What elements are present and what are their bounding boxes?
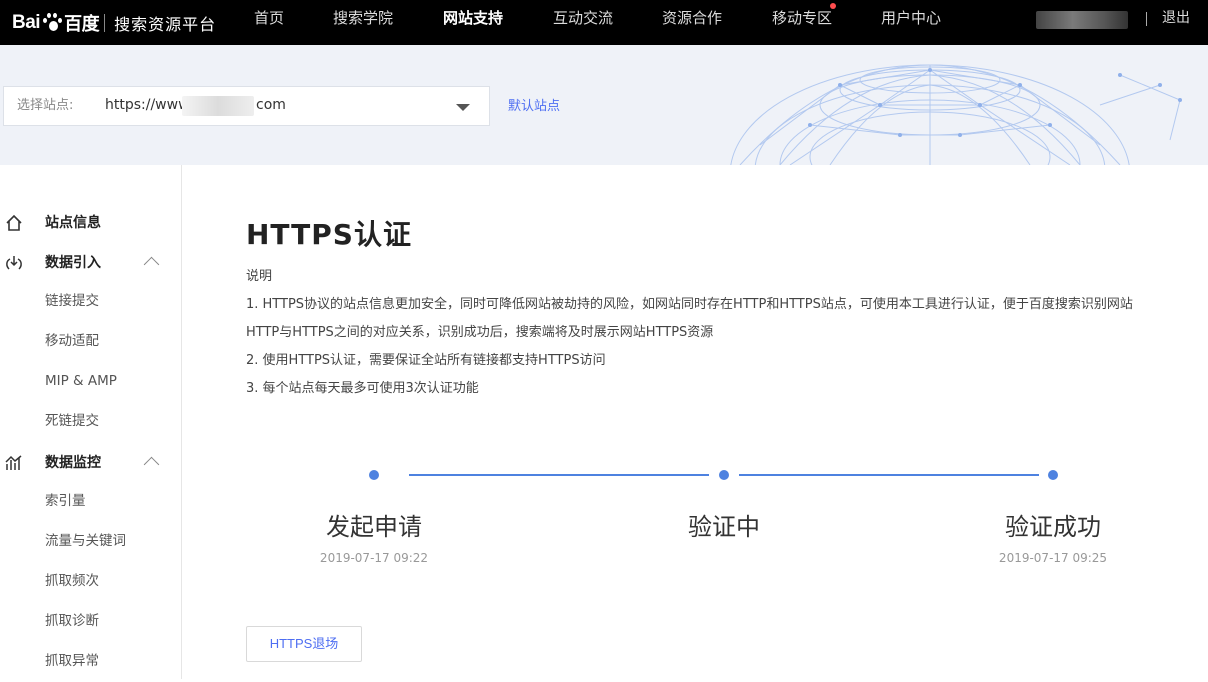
description-line: 2. 使用HTTPS认证，需要保证全站所有链接都支持HTTPS访问 xyxy=(246,353,606,368)
data-import-icon xyxy=(6,256,22,270)
chevron-up-icon[interactable] xyxy=(143,456,160,473)
top-nav-bar: Bai 百度 搜索资源平台 首页 搜索学院 网站支持 互动交流 资源合作 移动专… xyxy=(0,0,1208,45)
home-icon xyxy=(6,214,22,231)
sidebar-item-link-submit[interactable]: 链接提交 xyxy=(0,282,181,322)
step-time-success: 2019-07-17 09:25 xyxy=(998,551,1108,565)
description-line: 3. 每个站点每天最多可使用3次认证功能 xyxy=(246,381,479,396)
sidebar-item-label: 链接提交 xyxy=(45,293,99,309)
notification-dot xyxy=(830,3,836,9)
step-dot xyxy=(1048,470,1058,480)
step-time-apply: 2019-07-17 09:22 xyxy=(319,551,429,565)
sidebar-item-site-info[interactable]: 站点信息 xyxy=(0,204,181,244)
default-site-link[interactable]: 默认站点 xyxy=(508,95,560,114)
step-label-apply: 发起申请 xyxy=(326,513,422,541)
globe-decoration xyxy=(730,64,1182,165)
step-dot xyxy=(369,470,379,480)
description-heading: 说明 xyxy=(246,269,273,284)
platform-name: 搜索资源平台 xyxy=(114,14,217,34)
logo-du-text: 百度 xyxy=(64,13,100,34)
description-block: 说明 1. HTTPS协议的站点信息更加安全，同时可降低网站被劫持的风险，如网站… xyxy=(246,266,1206,406)
nav-item-mobile-zone[interactable]: 移动专区 xyxy=(772,0,832,45)
logo-bai-text: Bai xyxy=(12,11,41,33)
sidebar-item-label: 移动适配 xyxy=(45,333,99,349)
sidebar-section-label: 数据引入 xyxy=(45,255,101,271)
chevron-down-icon[interactable] xyxy=(456,104,470,111)
site-url-redacted xyxy=(182,96,254,116)
progress-steps: 发起申请 验证中 验证成功 2019-07-17 09:22 2019-07-1… xyxy=(182,465,1208,585)
logout-link[interactable]: 退出 xyxy=(1162,0,1190,37)
chart-icon xyxy=(5,455,22,470)
baidu-logo[interactable]: Bai 百度 搜索资源平台 xyxy=(12,0,216,45)
page-title: HTTPS认证 xyxy=(246,218,412,251)
paw-icon xyxy=(41,12,63,34)
sidebar-item-label: MIP & AMP xyxy=(45,373,117,389)
sidebar-item-index-volume[interactable]: 索引量 xyxy=(0,482,181,522)
sidebar-section-data-monitor[interactable]: 数据监控 xyxy=(0,444,181,484)
sidebar-item-label: 抓取异常 xyxy=(45,653,99,669)
description-line: 1. HTTPS协议的站点信息更加安全，同时可降低网站被劫持的风险，如网站同时存… xyxy=(246,297,1133,312)
sidebar-item-crawl-errors[interactable]: 抓取异常 xyxy=(0,642,181,682)
sidebar-item-mip-amp[interactable]: MIP & AMP xyxy=(0,362,181,402)
site-select-label: 选择站点: xyxy=(17,98,74,113)
step-connector xyxy=(409,474,709,476)
site-banner: 选择站点: https://www. com 默认站点 xyxy=(0,45,1208,165)
nav-item-user-center[interactable]: 用户中心 xyxy=(881,0,941,45)
sidebar-item-crawl-diagnosis[interactable]: 抓取诊断 xyxy=(0,602,181,642)
nav-item-interaction[interactable]: 互动交流 xyxy=(553,0,613,45)
description-line: HTTP与HTTPS之间的对应关系，识别成功后，搜索端将及时展示网站HTTPS资… xyxy=(246,325,714,340)
sidebar-item-dead-link-submit[interactable]: 死链提交 xyxy=(0,402,181,442)
nav-item-home[interactable]: 首页 xyxy=(254,0,284,45)
sidebar-item-label: 流量与关键词 xyxy=(45,533,126,549)
logo-divider xyxy=(104,13,106,32)
username-redacted[interactable] xyxy=(1036,11,1128,29)
sidebar-section-label: 数据监控 xyxy=(45,455,101,471)
sidebar-item-label: 站点信息 xyxy=(45,215,101,231)
https-exit-button[interactable]: HTTPS退场 xyxy=(246,626,362,662)
main-content: HTTPS认证 说明 1. HTTPS协议的站点信息更加安全，同时可降低网站被劫… xyxy=(182,165,1208,679)
nav-item-academy[interactable]: 搜索学院 xyxy=(333,0,393,45)
sidebar-section-data-import[interactable]: 数据引入 xyxy=(0,244,181,284)
sidebar-item-traffic-keywords[interactable]: 流量与关键词 xyxy=(0,522,181,562)
step-connector xyxy=(739,474,1039,476)
sidebar-item-label: 索引量 xyxy=(45,493,86,509)
sidebar-item-label: 抓取频次 xyxy=(45,573,99,589)
site-url-suffix: com xyxy=(256,97,286,113)
site-select-dropdown[interactable]: 选择站点: https://www. com xyxy=(3,86,490,126)
site-url-prefix: https://www. xyxy=(105,97,193,113)
sidebar-item-label: 死链提交 xyxy=(45,413,99,429)
sidebar-item-crawl-frequency[interactable]: 抓取频次 xyxy=(0,562,181,602)
step-label-success: 验证成功 xyxy=(1005,513,1101,541)
nav-item-site-support[interactable]: 网站支持 xyxy=(443,0,503,45)
chevron-up-icon[interactable] xyxy=(143,256,160,273)
sidebar: 站点信息 数据引入 链接提交 移动适配 MIP & AMP 死链提交 数据监控 … xyxy=(0,165,182,679)
step-label-verifying: 验证中 xyxy=(688,513,760,541)
step-dot xyxy=(719,470,729,480)
sidebar-item-mobile-adapt[interactable]: 移动适配 xyxy=(0,322,181,362)
nav-divider xyxy=(1146,12,1147,26)
sidebar-item-label: 抓取诊断 xyxy=(45,613,99,629)
nav-item-resource-cooperation[interactable]: 资源合作 xyxy=(662,0,722,45)
